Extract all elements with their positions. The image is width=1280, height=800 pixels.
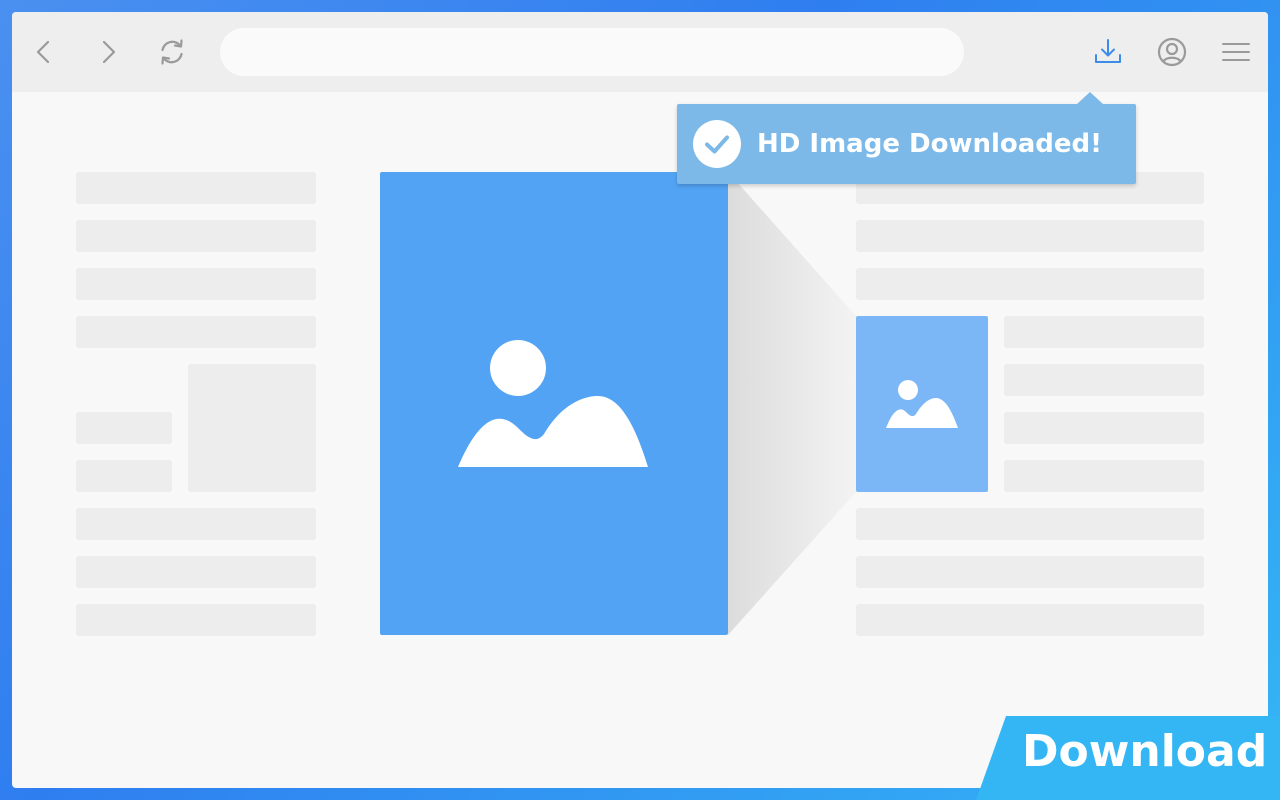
text-placeholder (76, 508, 316, 540)
download-badge-label[interactable]: Download (1022, 722, 1267, 782)
text-placeholder (856, 556, 1204, 588)
text-placeholder (1004, 460, 1204, 492)
page-content (12, 92, 1268, 788)
text-placeholder (76, 316, 316, 348)
toast-message: HD Image Downloaded! (757, 129, 1103, 159)
account-icon[interactable] (1156, 36, 1188, 68)
reload-icon[interactable] (156, 36, 188, 68)
text-placeholder (1004, 364, 1204, 396)
text-placeholder (76, 268, 316, 300)
text-placeholder (856, 220, 1204, 252)
image-icon (886, 380, 958, 428)
toast-pointer (1077, 92, 1103, 104)
text-placeholder (856, 604, 1204, 636)
address-bar[interactable] (220, 28, 964, 76)
checkmark-icon (693, 120, 741, 168)
download-complete-toast: HD Image Downloaded! (677, 92, 1136, 184)
text-placeholder (76, 220, 316, 252)
forward-arrow-icon[interactable] (92, 36, 124, 68)
hero-image[interactable] (380, 172, 728, 635)
thumbnail-image[interactable] (856, 316, 988, 492)
back-arrow-icon[interactable] (28, 36, 60, 68)
menu-icon[interactable] (1220, 36, 1252, 68)
text-placeholder (76, 172, 316, 204)
text-placeholder (856, 268, 1204, 300)
browser-toolbar (12, 12, 1268, 92)
text-placeholder (76, 604, 316, 636)
text-placeholder (1004, 316, 1204, 348)
download-icon[interactable] (1092, 36, 1124, 68)
text-placeholder (1004, 412, 1204, 444)
text-placeholder (76, 460, 172, 492)
image-placeholder (188, 364, 316, 492)
text-placeholder (76, 556, 316, 588)
text-placeholder (856, 508, 1204, 540)
text-placeholder (76, 412, 172, 444)
image-icon (458, 340, 648, 467)
